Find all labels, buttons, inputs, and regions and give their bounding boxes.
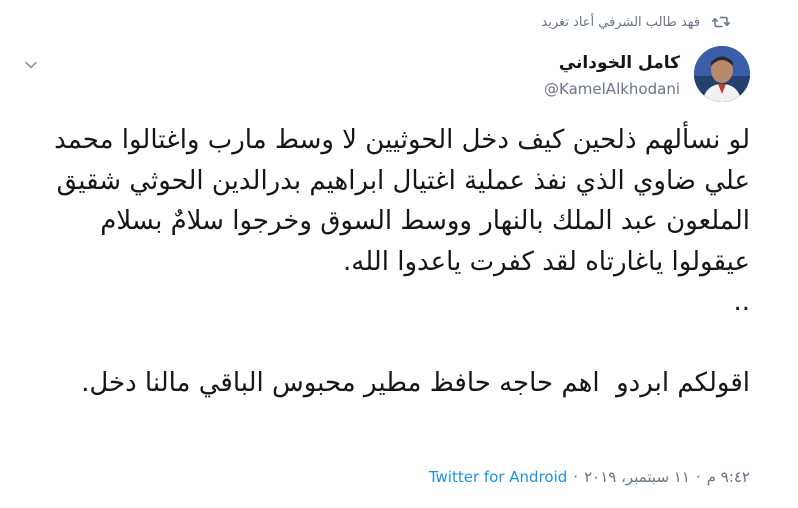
retweet-label[interactable]: فهد طالب الشرفي أعاد تغريد: [541, 15, 700, 30]
author-handle[interactable]: @KamelAlkhodani: [544, 78, 680, 100]
tweet-text: لو نسألهم ذلحين كيف دخل الحوثيين لا وسط …: [54, 125, 750, 398]
avatar-image: [694, 46, 750, 102]
retweet-icon: [712, 16, 730, 28]
retweet-context: فهد طالب الشرفي أعاد تغريد: [541, 14, 730, 30]
tweet-time[interactable]: ٩:٤٢ م: [707, 468, 750, 486]
tweet-date[interactable]: ١١ سبتمبر، ٢٠١٩: [584, 468, 690, 486]
tweet-card: فهد طالب الشرفي أعاد تغريد كامل الخوداني…: [0, 0, 798, 508]
meta-separator-2: ·: [573, 468, 579, 486]
tweet-source-link[interactable]: Twitter for Android: [429, 468, 567, 486]
author-name[interactable]: كامل الخوداني: [544, 52, 680, 74]
tweet-meta: ٩:٤٢ م · ١١ سبتمبر، ٢٠١٩ · Twitter for A…: [429, 468, 750, 486]
meta-separator: ·: [695, 468, 701, 486]
avatar[interactable]: [694, 46, 750, 102]
author-block[interactable]: كامل الخوداني @KamelAlkhodani: [544, 52, 680, 100]
chevron-down-icon[interactable]: [24, 58, 38, 72]
